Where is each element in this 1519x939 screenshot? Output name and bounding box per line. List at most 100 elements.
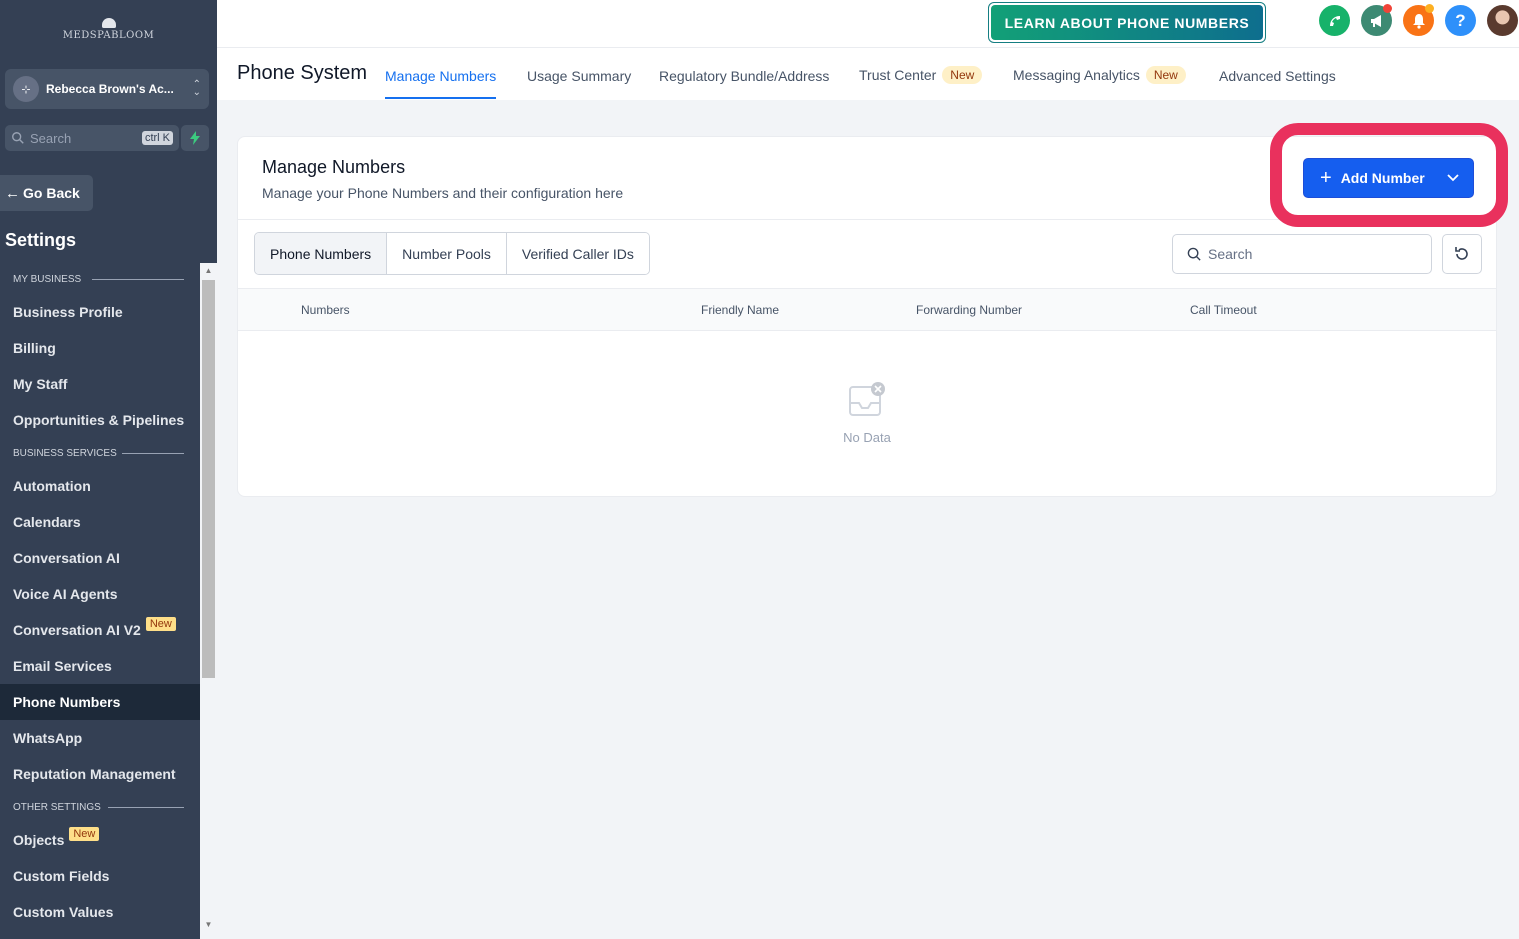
column-numbers[interactable]: Numbers [301,303,350,317]
user-avatar[interactable] [1487,5,1518,36]
sidebar-item-label: Reputation Management [13,766,176,782]
empty-state: No Data [238,381,1496,445]
page-title: Phone System [237,62,368,84]
tab-label: Regulatory Bundle/Address [659,68,830,84]
notification-dot [1383,4,1392,13]
sidebar-item-conversation-ai-v2[interactable]: Conversation AI V2 New [0,612,200,648]
sidebar-item-custom-values[interactable]: Custom Values [0,894,200,930]
empty-inbox-icon [849,382,885,416]
add-number-button[interactable]: + Add Number [1303,158,1474,198]
bell-icon[interactable] [1403,4,1434,36]
sidebar-item-conversation-ai[interactable]: Conversation AI [0,540,200,576]
sidebar-item-whatsapp[interactable]: WhatsApp [0,720,200,756]
refresh-button[interactable] [1442,234,1482,274]
sidebar-item-label: Automation [13,478,91,494]
go-back-button[interactable]: ← Go Back [0,175,93,211]
tab-manage-numbers[interactable]: Manage Numbers [385,68,497,99]
sidebar-item-reputation[interactable]: Reputation Management [0,756,200,792]
section-label: MY BUSINESS [13,273,82,285]
manage-numbers-card: Manage Numbers Manage your Phone Numbers… [237,123,1508,497]
sidebar-item-label: Opportunities & Pipelines [13,412,185,428]
refresh-icon [1455,247,1468,260]
sidebar-item-custom-fields[interactable]: Custom Fields [0,858,200,894]
scroll-up-icon[interactable]: ▲ [200,264,217,278]
tab-label: Verified Caller IDs [521,245,634,262]
tab-advanced-settings[interactable]: Advanced Settings [1219,68,1336,84]
phone-system-nav: Phone System Manage Numbers Usage Summar… [217,48,1519,100]
tab-label: Usage Summary [527,68,632,84]
notification-dot [1425,4,1434,13]
learn-about-phone-numbers-button[interactable]: LEARN ABOUT PHONE NUMBERS [988,2,1266,43]
brand-logo[interactable]: MEDSPABLOOM [0,18,217,41]
sidebar-item-label: Custom Fields [13,868,110,884]
column-forwarding-number[interactable]: Forwarding Number [916,303,1022,317]
sidebar-item-opportunities[interactable]: Opportunities & Pipelines [0,402,200,438]
divider [92,279,184,280]
sidebar-item-phone-numbers[interactable]: Phone Numbers [0,684,200,720]
tab-label: Advanced Settings [1219,68,1336,84]
megaphone-icon[interactable] [1361,4,1392,36]
tab-label: Phone Numbers [270,245,372,262]
tab-messaging-analytics[interactable]: Messaging Analytics New [1013,66,1186,84]
numbers-search-input[interactable] [1208,246,1408,262]
plus-icon: + [1320,167,1332,189]
column-friendly-name[interactable]: Friendly Name [701,303,779,317]
sidebar-item-calendars[interactable]: Calendars [0,504,200,540]
new-badge: New [69,827,100,841]
empty-text: No Data [843,430,891,445]
sidebar-item-label: Billing [13,340,56,356]
settings-title: Settings [5,230,77,250]
tab-usage-summary[interactable]: Usage Summary [527,68,631,84]
new-badge: New [942,66,983,84]
tab-verified-caller-ids[interactable]: Verified Caller IDs [506,233,649,274]
phone-icon[interactable] [1319,5,1350,36]
section-business-services: BUSINESS SERVICES [0,438,200,468]
table-header: Numbers Friendly Name Forwarding Number … [238,288,1496,331]
top-header: LEARN ABOUT PHONE NUMBERS ? [217,0,1519,48]
section-label: BUSINESS SERVICES [13,447,117,459]
card-subtitle: Manage your Phone Numbers and their conf… [262,185,624,201]
sidebar-item-label: Phone Numbers [13,694,121,710]
logo-text: MEDSPABLOOM [62,30,155,41]
sidebar-item-label: WhatsApp [13,730,83,746]
location-icon: ⊹ [13,76,39,102]
numbers-search[interactable] [1172,234,1432,274]
account-switcher[interactable]: ⊹ Rebecca Brown's Ac... ⌃ ⌄ [5,69,209,109]
sidebar-item-my-staff[interactable]: My Staff [0,366,200,402]
column-call-timeout[interactable]: Call Timeout [1190,303,1257,317]
tab-regulatory-bundle[interactable]: Regulatory Bundle/Address [659,68,829,84]
logo-mark-icon [101,18,116,28]
divider [122,453,184,454]
sidebar-search-input[interactable] [30,130,142,146]
settings-menu: MY BUSINESS Business Profile Billing My … [0,264,200,930]
sidebar-item-billing[interactable]: Billing [0,330,200,366]
search-icon [12,132,24,144]
sidebar-search[interactable]: ctrl K [5,125,179,151]
section-my-business: MY BUSINESS [0,264,200,294]
section-other-settings: OTHER SETTINGS [0,792,200,822]
learn-button-label: LEARN ABOUT PHONE NUMBERS [991,5,1263,40]
divider [108,807,184,808]
sidebar-item-label: Business Profile [13,304,123,320]
sidebar-item-label: Custom Values [13,904,114,920]
number-type-tabs: Phone Numbers Number Pools Verified Call… [254,232,650,275]
account-name: Rebecca Brown's Ac... [46,82,174,96]
quick-action-button[interactable] [181,125,209,151]
tab-trust-center[interactable]: Trust Center New [859,66,983,84]
sidebar-item-objects[interactable]: Objects New [0,822,200,858]
tab-label: Trust Center [859,67,937,83]
sidebar-item-email-services[interactable]: Email Services [0,648,200,684]
help-icon[interactable]: ? [1445,5,1476,36]
sidebar-item-automation[interactable]: Automation [0,468,200,504]
tab-label: Manage Numbers [385,68,497,84]
sidebar-scroll-thumb[interactable] [202,280,215,678]
chevron-down-icon[interactable] [1447,174,1459,182]
tab-number-pools[interactable]: Number Pools [387,233,507,274]
tab-label: Number Pools [402,245,491,262]
sidebar-item-business-profile[interactable]: Business Profile [0,294,200,330]
sidebar-item-label: Conversation AI [13,550,120,566]
scroll-down-icon[interactable]: ▼ [200,918,217,932]
tab-phone-numbers[interactable]: Phone Numbers [255,233,388,274]
sidebar-item-voice-ai-agents[interactable]: Voice AI Agents [0,576,200,612]
search-shortcut: ctrl K [141,131,173,145]
